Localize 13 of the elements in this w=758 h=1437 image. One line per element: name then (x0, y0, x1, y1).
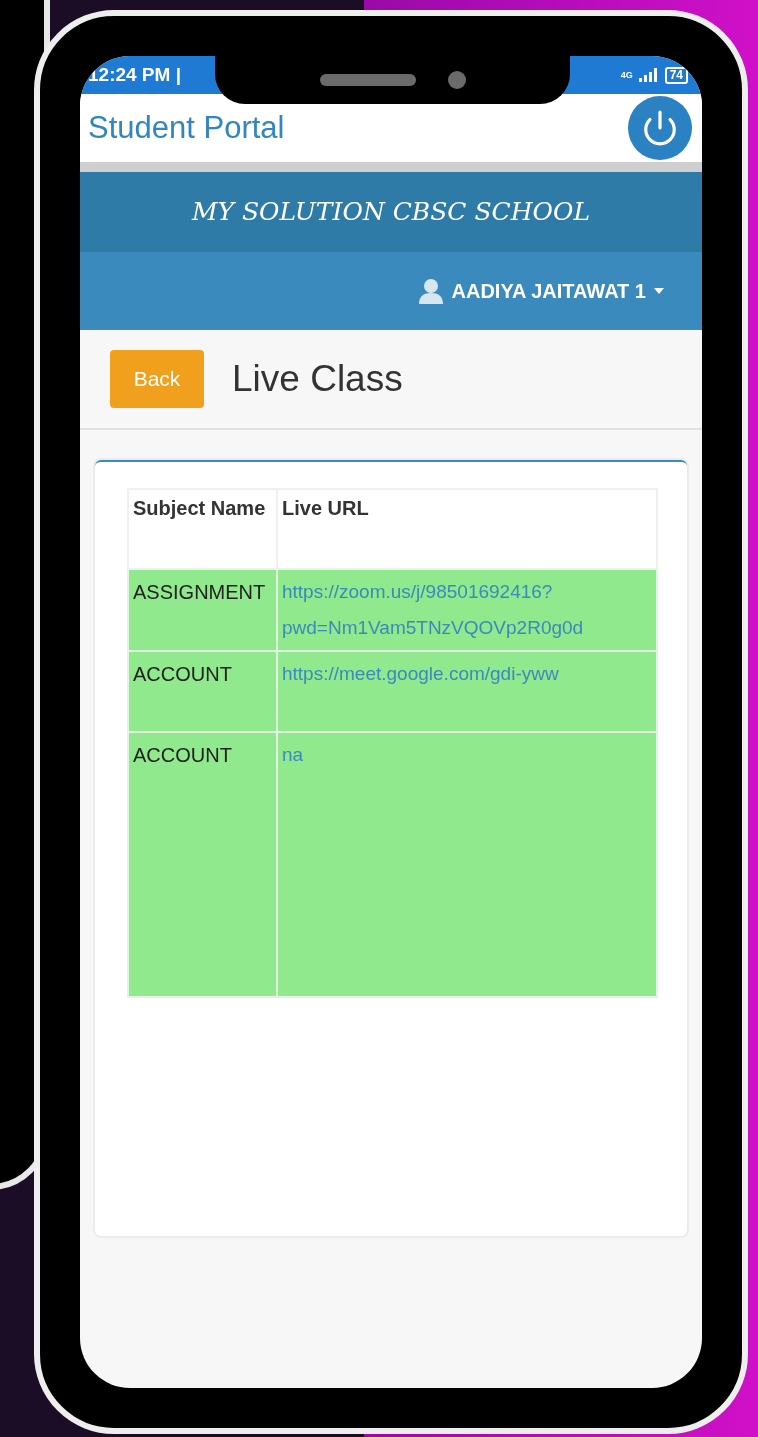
table-cell: ACCOUNT (128, 732, 277, 997)
table-cell: ACCOUNT (128, 651, 277, 732)
network-label: 4G (620, 70, 633, 80)
live-url-link[interactable]: na (282, 737, 652, 773)
table-cell: ASSIGNMENT (128, 569, 277, 651)
page-title: Live Class (232, 357, 403, 402)
app-title: Student Portal (88, 108, 285, 147)
back-button[interactable]: Back (110, 350, 204, 408)
user-menu[interactable]: AADIYA JAITAWAT 1 (417, 276, 664, 306)
column-header: Subject Name (128, 489, 277, 569)
battery-indicator: 74 (664, 66, 688, 84)
school-name: MY SOLUTION CBSC SCHOOL (191, 196, 591, 229)
column-header: Live URL (277, 489, 657, 569)
